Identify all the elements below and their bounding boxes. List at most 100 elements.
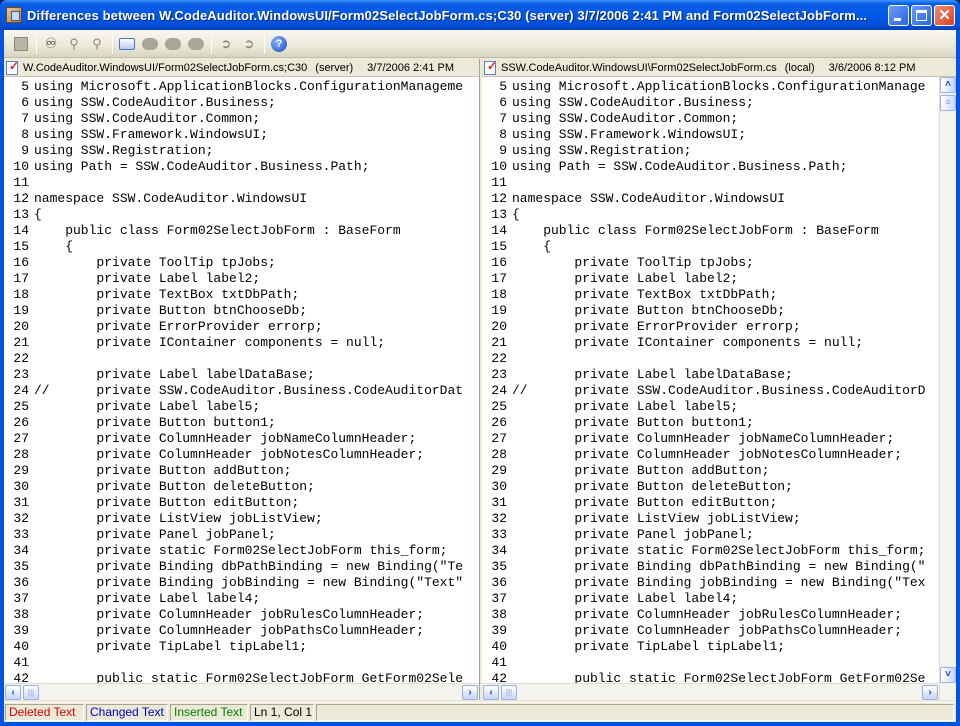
help-icon: ? xyxy=(271,35,287,52)
line-number: 23 xyxy=(491,367,507,382)
checked-doc-icon xyxy=(6,59,19,75)
toolbar-separator xyxy=(112,33,113,54)
line-text: using SSW.CodeAuditor.Common; xyxy=(512,111,739,126)
code-line: 16 private ToolTip tpJobs; xyxy=(4,255,479,271)
scroll-left-button[interactable]: ‹ xyxy=(483,685,499,700)
arrow-left-icon: ➲ xyxy=(220,35,232,51)
code-line: 17 private Label label2; xyxy=(482,271,939,287)
line-text: private Label labelDataBase; xyxy=(512,367,793,382)
left-horizontal-scrollbar[interactable]: ‹ ||| › xyxy=(4,683,479,700)
scroll-up-button[interactable]: ˄ xyxy=(940,77,956,93)
help-button[interactable]: ? xyxy=(268,33,290,55)
line-text: private ColumnHeader jobNameColumnHeader… xyxy=(512,431,895,446)
left-code-view[interactable]: 5 using Microsoft.ApplicationBlocks.Confi… xyxy=(4,77,479,685)
line-text: using SSW.CodeAuditor.Common; xyxy=(34,111,261,126)
line-text: private Label label2; xyxy=(512,271,739,286)
line-number: 22 xyxy=(13,351,29,366)
go-forward-button[interactable]: ➲ xyxy=(238,33,260,55)
previous-difference-button[interactable] xyxy=(162,33,184,55)
line-text: namespace SSW.CodeAuditor.WindowsUI xyxy=(34,191,308,206)
right-code-view[interactable]: 5 using Microsoft.ApplicationBlocks.Confi… xyxy=(482,77,939,685)
line-number: 6 xyxy=(21,95,29,110)
line-number: 33 xyxy=(13,527,29,542)
code-line: 18 private TextBox txtDbPath; xyxy=(4,287,479,303)
code-line: 31 private Button editButton; xyxy=(4,495,479,511)
code-line: 6 using SSW.CodeAuditor.Business; xyxy=(482,95,939,111)
line-text: private Button addButton; xyxy=(34,463,292,478)
scroll-right-button[interactable]: › xyxy=(462,685,478,700)
line-number: 17 xyxy=(491,271,507,286)
code-line: 17 private Label label2; xyxy=(4,271,479,287)
line-text: private Button deleteButton; xyxy=(512,479,793,494)
close-icon: ✕ xyxy=(938,6,951,24)
close-button[interactable]: ✕ xyxy=(934,4,955,26)
line-number: 20 xyxy=(13,319,29,334)
code-line: 21 private IContainer components = null; xyxy=(4,335,479,351)
line-text: private Button deleteButton; xyxy=(34,479,315,494)
line-number: 16 xyxy=(491,255,507,270)
scroll-thumb[interactable]: ≡ xyxy=(940,95,956,111)
minimize-button[interactable] xyxy=(888,4,909,26)
scroll-down-button[interactable]: ˅ xyxy=(940,667,956,683)
toolbar: ♾ ⚲ ⚲ ➲ ➲ ? xyxy=(4,30,956,58)
line-text: // private SSW.CodeAuditor.Business.Code… xyxy=(512,383,926,398)
code-line: 35 private Binding dbPathBinding = new B… xyxy=(482,559,939,575)
find-button[interactable]: ♾ xyxy=(40,33,62,55)
line-number: 14 xyxy=(491,223,507,238)
view-options-button[interactable] xyxy=(116,33,138,55)
find-next-button[interactable]: ⚲ xyxy=(63,33,85,55)
right-horizontal-scrollbar[interactable]: ‹ ||| › xyxy=(482,683,939,700)
line-number: 15 xyxy=(13,239,29,254)
line-number: 28 xyxy=(13,447,29,462)
vertical-scrollbar[interactable]: ˄ ≡ ˅ xyxy=(939,77,956,700)
line-number: 16 xyxy=(13,255,29,270)
copy-file-button[interactable] xyxy=(10,33,32,55)
line-number: 18 xyxy=(13,287,29,302)
left-file-name: W.CodeAuditor.WindowsUI/Form02SelectJobF… xyxy=(23,61,308,74)
right-file-name: SSW.CodeAuditor.WindowsUI\Form02SelectJo… xyxy=(501,61,777,74)
line-text: using Path = SSW.CodeAuditor.Business.Pa… xyxy=(512,159,848,174)
scroll-thumb[interactable]: ||| xyxy=(23,685,39,700)
line-text: private ErrorProvider errorp; xyxy=(512,319,801,334)
line-text: private ColumnHeader jobPathsColumnHeade… xyxy=(512,623,903,638)
speech-bubble-icon xyxy=(142,37,158,50)
code-line: 15 { xyxy=(4,239,479,255)
left-pane: W.CodeAuditor.WindowsUI/Form02SelectJobF… xyxy=(4,59,480,700)
scroll-left-button[interactable]: ‹ xyxy=(5,685,21,700)
find-previous-button[interactable]: ⚲ xyxy=(86,33,108,55)
code-line: 9 using SSW.Registration; xyxy=(4,143,479,159)
line-text: private Binding jobBinding = new Binding… xyxy=(512,575,926,590)
line-text: using SSW.CodeAuditor.Business; xyxy=(34,95,276,110)
code-line: 31 private Button editButton; xyxy=(482,495,939,511)
line-text: private ToolTip tpJobs; xyxy=(512,255,754,270)
status-empty-panel xyxy=(316,704,954,721)
code-line: 38 private ColumnHeader jobRulesColumnHe… xyxy=(4,607,479,623)
speech-bubble-icon xyxy=(165,37,181,50)
line-text: private IContainer components = null; xyxy=(512,335,864,350)
maximize-button[interactable] xyxy=(911,4,932,26)
line-number: 19 xyxy=(491,303,507,318)
scroll-right-button[interactable]: › xyxy=(922,685,938,700)
line-text: private Label label2; xyxy=(34,271,261,286)
line-text: private Button button1; xyxy=(512,415,754,430)
left-file-timestamp: 3/7/2006 2:41 PM xyxy=(367,61,455,74)
go-back-button[interactable]: ➲ xyxy=(215,33,237,55)
line-text: private Panel jobPanel; xyxy=(34,527,276,542)
line-number: 34 xyxy=(13,543,29,558)
line-number: 18 xyxy=(491,287,507,302)
line-number: 36 xyxy=(13,575,29,590)
line-number: 25 xyxy=(491,399,507,414)
line-number: 17 xyxy=(13,271,29,286)
title-bar[interactable]: Differences between W.CodeAuditor.Window… xyxy=(0,0,960,30)
line-text: private TextBox txtDbPath; xyxy=(512,287,778,302)
line-number: 11 xyxy=(13,175,29,190)
code-line: 10 using Path = SSW.CodeAuditor.Business.… xyxy=(482,159,939,175)
line-text: namespace SSW.CodeAuditor.WindowsUI xyxy=(512,191,786,206)
first-difference-button[interactable] xyxy=(139,33,161,55)
code-line: 23 private Label labelDataBase; xyxy=(482,367,939,383)
code-line: 7 using SSW.CodeAuditor.Common; xyxy=(4,111,479,127)
scroll-thumb[interactable]: ||| xyxy=(501,685,517,700)
line-number: 35 xyxy=(491,559,507,574)
next-difference-button[interactable] xyxy=(185,33,207,55)
code-line: 16 private ToolTip tpJobs; xyxy=(482,255,939,271)
